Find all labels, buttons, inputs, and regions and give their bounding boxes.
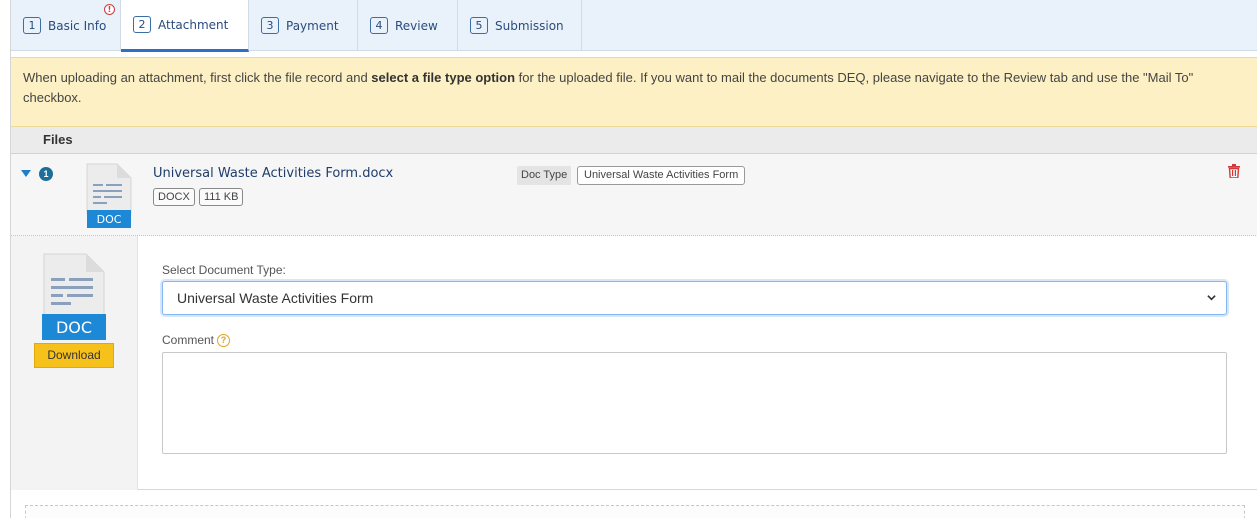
caret-down-icon[interactable] [21,170,31,177]
tab-number: 5 [470,17,488,34]
tab-label: Attachment [158,17,229,32]
file-name-link[interactable]: Universal Waste Activities Form.docx [153,166,393,181]
select-document-type-label: Select Document Type: [162,263,286,277]
document-type-selected: Universal Waste Activities Form [177,290,374,306]
doctype-label: Doc Type [517,166,572,185]
tab-payment[interactable]: 3 Payment [249,0,358,51]
comment-textarea[interactable] [162,352,1227,454]
comment-label: Comment [162,333,215,347]
comment-label-row: Comment? [162,333,231,347]
file-ext-badge: DOCX [153,188,195,206]
file-count-badge: 1 [39,167,53,181]
notice-text-bold: select a file type option [371,70,516,85]
trash-icon[interactable] [1228,164,1240,178]
help-icon[interactable]: ? [217,334,231,347]
alert-icon: ! [104,4,115,15]
doc-file-icon: DOC [86,163,132,228]
tab-label: Review [395,18,438,33]
file-record[interactable]: 1 DOC Universal Waste Activities Form.do… [11,154,1257,236]
doc-icon-label: DOC [97,213,122,226]
attachment-panel: 1 Basic Info ! 2 Attachment 3 Payment 4 … [10,0,1257,518]
files-header: Files [11,127,1257,154]
tab-basic-info[interactable]: 1 Basic Info ! [11,0,121,51]
doc-file-icon-large: DOC [42,253,106,340]
tab-review[interactable]: 4 Review [358,0,458,51]
file-dropzone[interactable] [25,505,1245,518]
doctype-value: Universal Waste Activities Form [577,166,746,185]
tab-label: Basic Info [48,18,107,33]
file-size-badge: 111 KB [199,188,244,206]
doc-icon-label: DOC [56,318,92,337]
chevron-down-icon [1207,295,1216,301]
tab-label: Submission [495,18,564,33]
tab-submission[interactable]: 5 Submission [458,0,582,51]
tab-number: 2 [133,16,151,33]
tab-number: 4 [370,17,388,34]
tab-number: 3 [261,17,279,34]
upload-instructions: When uploading an attachment, first clic… [11,57,1257,127]
document-type-select[interactable]: Universal Waste Activities Form [162,281,1227,315]
tab-attachment[interactable]: 2 Attachment [121,0,249,52]
notice-text-start: When uploading an attachment, first clic… [23,70,372,85]
download-button[interactable]: Download [34,343,114,368]
tab-number: 1 [23,17,41,34]
wizard-tabs: 1 Basic Info ! 2 Attachment 3 Payment 4 … [11,0,1257,52]
tab-label: Payment [286,18,339,33]
